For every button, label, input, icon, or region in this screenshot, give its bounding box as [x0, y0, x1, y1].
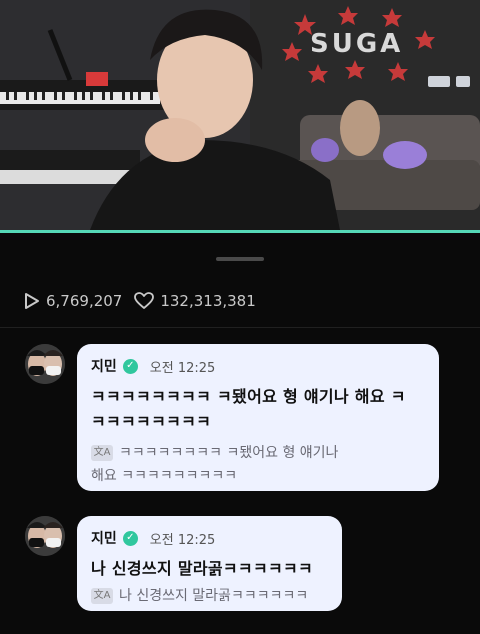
- verified-icon: ✓: [122, 358, 138, 374]
- comment-bubble[interactable]: 지민 ✓ 오전 12:25 ㅋㅋㅋㅋㅋㅋㅋㅋ ㅋ됐어요 형 얘기나 해요 ㅋ ㅋ…: [77, 344, 439, 491]
- comment-text: ㅋㅋㅋㅋㅋㅋㅋㅋ ㅋ됐어요 형 얘기나 해요 ㅋ ㅋㅋㅋㅋㅋㅋㅋㅋ: [91, 384, 425, 434]
- translation: 文A ㅋㅋㅋㅋㅋㅋㅋㅋ ㅋ됐어요 형 얘기나 해요 ㅋㅋㅋㅋㅋㅋㅋㅋㅋ: [91, 442, 425, 488]
- translation: 文A 나 신경쓰지 말라곩ㅋㅋㅋㅋㅋㅋ: [91, 585, 328, 608]
- divider: [0, 327, 480, 328]
- sheet-grabber[interactable]: [216, 257, 264, 261]
- author-name[interactable]: 지민: [91, 356, 117, 376]
- avatar-image: [25, 344, 65, 384]
- comment-meta: 지민 ✓ 오전 12:25: [91, 356, 425, 376]
- comment-text: 나 신경쓰지 말라곩ㅋㅋㅋㅋㅋㅋ: [91, 556, 328, 581]
- translation-line: ㅋㅋㅋㅋㅋㅋㅋㅋ ㅋ됐어요 형 얘기나: [119, 445, 339, 461]
- views-count: 6,769,207: [46, 292, 123, 310]
- avatar[interactable]: [25, 516, 65, 556]
- video-frame: SUGA: [0, 0, 480, 230]
- stats-row: 6,769,207 132,313,381: [24, 290, 256, 312]
- author-name[interactable]: 지민: [91, 528, 117, 548]
- comment-text-line: ㅋㅋㅋㅋㅋㅋㅋㅋ: [91, 412, 212, 431]
- translate-icon: 文A: [91, 588, 113, 604]
- likes-stat: 132,313,381: [134, 292, 256, 310]
- translation-line: 나 신경쓰지 말라곩ㅋㅋㅋㅋㅋㅋ: [119, 588, 309, 604]
- comment-time: 오전 12:25: [149, 360, 216, 376]
- suga-sign: SUGA: [310, 29, 403, 59]
- avatar[interactable]: [25, 344, 65, 384]
- comment-time: 오전 12:25: [149, 532, 216, 548]
- views-stat: 6,769,207: [24, 292, 122, 310]
- comment-meta: 지민 ✓ 오전 12:25: [91, 528, 328, 548]
- comment-bubble[interactable]: 지민 ✓ 오전 12:25 나 신경쓰지 말라곩ㅋㅋㅋㅋㅋㅋ 文A 나 신경쓰지 …: [77, 516, 342, 611]
- translation-line: 해요 ㅋㅋㅋㅋㅋㅋㅋㅋㅋ: [91, 468, 238, 484]
- avatar-image: [25, 516, 65, 556]
- verified-icon: ✓: [122, 530, 138, 546]
- live-video[interactable]: SUGA: [0, 0, 480, 230]
- likes-count: 132,313,381: [160, 292, 256, 310]
- comment-text-line: 나 신경쓰지 말라곩ㅋㅋㅋㅋㅋㅋ: [91, 559, 314, 578]
- comment-text-line: ㅋㅋㅋㅋㅋㅋㅋㅋ ㅋ됐어요 형 얘기나 해요 ㅋ: [91, 387, 406, 406]
- translate-icon: 文A: [91, 445, 113, 461]
- heart-icon: [134, 292, 155, 309]
- play-icon: [25, 293, 39, 309]
